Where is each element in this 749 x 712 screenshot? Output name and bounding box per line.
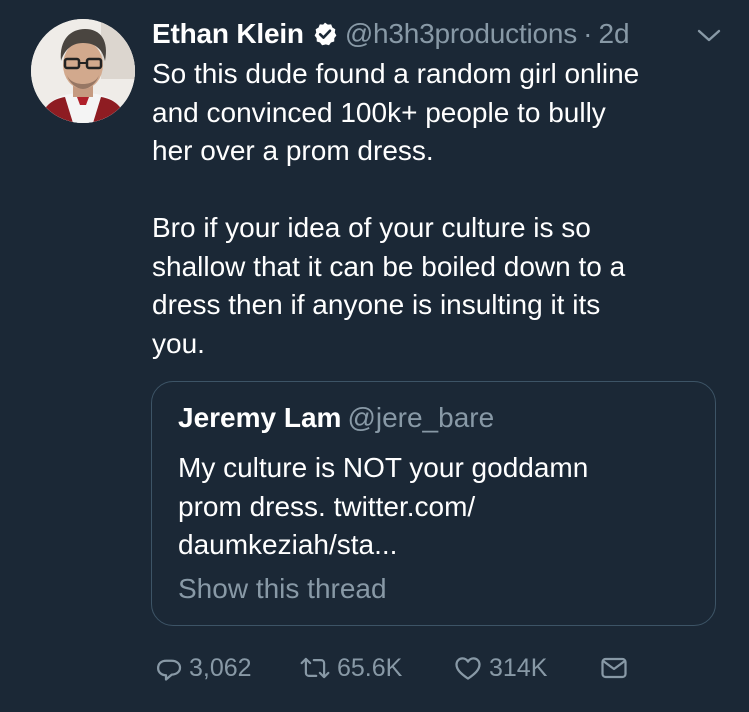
tweet-text: So this dude found a random girl online … — [152, 58, 640, 359]
verified-badge-icon — [312, 21, 338, 47]
reply-button[interactable]: 3,062 — [154, 648, 252, 688]
retweet-button[interactable]: 65.6K — [298, 648, 402, 688]
quoted-author-name: Jeremy Lam — [178, 402, 342, 433]
quoted-tweet[interactable]: Jeremy Lam @jere_bare My culture is NOT y… — [151, 381, 716, 626]
like-icon — [452, 653, 484, 683]
show-thread-link[interactable]: Show this thread — [178, 573, 387, 605]
direct-message-icon — [598, 653, 630, 683]
action-bar: 3,062 65.6K 314K — [0, 648, 749, 688]
header-separator: · — [583, 18, 593, 49]
like-button[interactable]: 314K — [452, 648, 547, 688]
retweet-count: 65.6K — [337, 653, 403, 682]
retweet-icon — [298, 653, 332, 683]
like-count: 314K — [489, 653, 548, 682]
author-name[interactable]: Ethan Klein — [152, 18, 304, 50]
chevron-down-icon[interactable] — [696, 24, 722, 46]
tweet[interactable]: Ethan Klein @h3h3productions · 2d So thi… — [0, 0, 749, 712]
avatar-image — [31, 19, 135, 123]
direct-message-button[interactable] — [598, 648, 630, 688]
reply-icon — [154, 653, 184, 683]
avatar[interactable] — [31, 19, 135, 123]
tweet-header: Ethan Klein @h3h3productions · 2d — [152, 12, 630, 56]
quoted-author-handle: @jere_bare — [347, 402, 495, 433]
tweet-timestamp[interactable]: 2d — [598, 18, 629, 50]
quoted-tweet-text: My culture is NOT your goddamn prom dres… — [178, 452, 589, 560]
author-handle[interactable]: @h3h3productions — [345, 18, 577, 50]
quoted-tweet-header: Jeremy Lam @jere_bare — [178, 402, 494, 434]
reply-count: 3,062 — [189, 653, 252, 682]
